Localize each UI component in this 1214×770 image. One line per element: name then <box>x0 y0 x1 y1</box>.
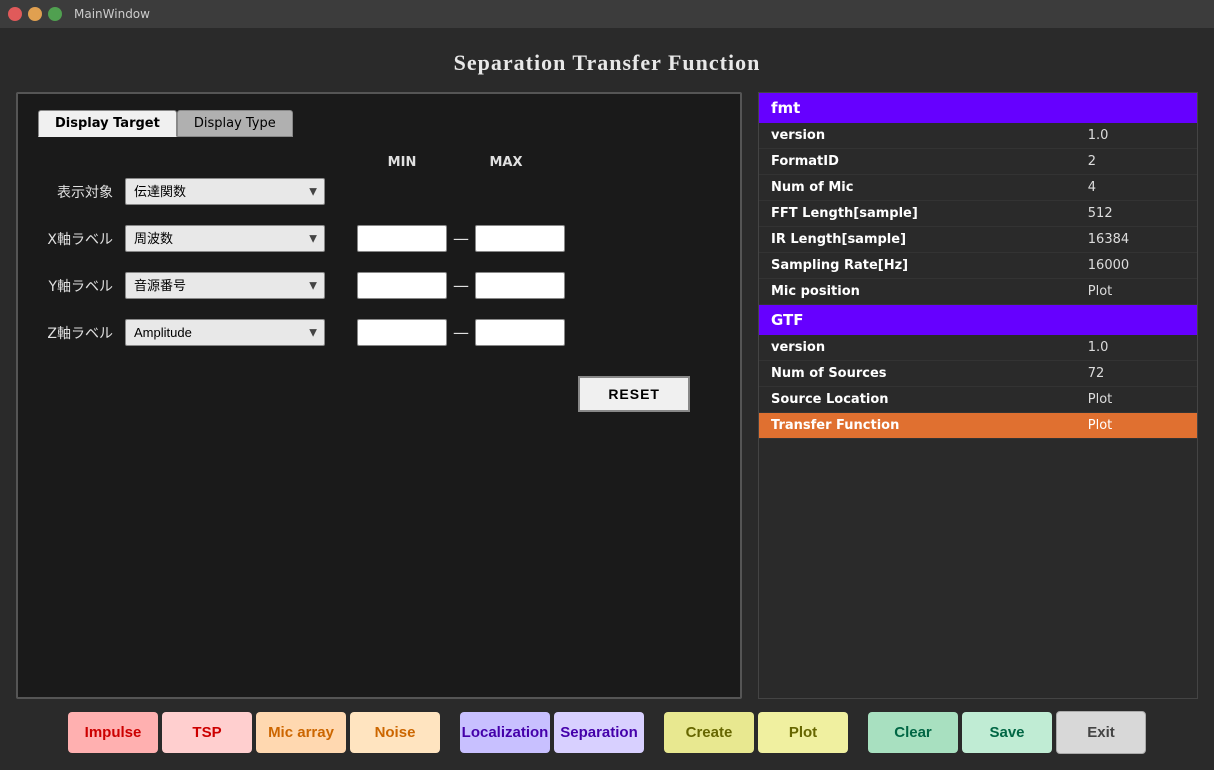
minimize-btn[interactable] <box>28 7 42 21</box>
gtf-numsrc-val: 72 <box>1076 361 1197 387</box>
fmt-formatid-key: FormatID <box>759 149 1076 175</box>
fmt-samplerate-val: 16000 <box>1076 253 1197 279</box>
content-row: Display Target Display Type MIN MAX 表示対象… <box>16 92 1198 699</box>
x-dash: — <box>453 229 469 248</box>
gtf-numsrc-key: Num of Sources <box>759 361 1076 387</box>
y-min-input[interactable] <box>357 272 447 299</box>
gtf-version-val: 1.0 <box>1076 335 1197 361</box>
gtf-transfunc-val: Plot <box>1076 413 1197 439</box>
y-dash: — <box>453 276 469 295</box>
gtf-version-key: version <box>759 335 1076 361</box>
z-select-wrapper: Amplitude Power dB <box>125 319 325 346</box>
save-button[interactable]: Save <box>962 712 1052 753</box>
gtf-header: GTF <box>759 305 1197 336</box>
y-max-input[interactable] <box>475 272 565 299</box>
noise-button[interactable]: Noise <box>350 712 440 753</box>
bottom-toolbar: Impulse TSP Mic array Noise Localization… <box>16 699 1198 760</box>
right-panel: fmt version 1.0 FormatID 2 Num of Mic 4 … <box>758 92 1198 699</box>
fmt-irlen-val: 16384 <box>1076 227 1197 253</box>
fmt-header: fmt <box>759 93 1197 123</box>
reset-row: RESET <box>38 376 720 412</box>
plot-button[interactable]: Plot <box>758 712 848 753</box>
fmt-micpos-key: Mic position <box>759 279 1076 305</box>
z-axis-label: Z軸ラベル <box>38 323 113 343</box>
fmt-fftlen-key: FFT Length[sample] <box>759 201 1076 227</box>
gtf-transfunc-key: Transfer Function <box>759 413 1076 439</box>
main-window: Separation Transfer Function Display Tar… <box>0 28 1214 770</box>
max-header: MAX <box>461 155 551 170</box>
info-table: fmt version 1.0 FormatID 2 Num of Mic 4 … <box>759 93 1197 439</box>
y-axis-row: Y軸ラベル 音源番号 マイク番号 インデックス — <box>38 272 720 299</box>
z-axis-select[interactable]: Amplitude Power dB <box>125 319 325 346</box>
tab-display-target[interactable]: Display Target <box>38 110 177 137</box>
gtf-version-row: version 1.0 <box>759 335 1197 361</box>
gtf-srcloc-val: Plot <box>1076 387 1197 413</box>
fmt-formatid-val: 2 <box>1076 149 1197 175</box>
z-axis-row: Z軸ラベル Amplitude Power dB — <box>38 319 720 346</box>
close-btn[interactable] <box>8 7 22 21</box>
fmt-micpos-val: Plot <box>1076 279 1197 305</box>
x-max-input[interactable] <box>475 225 565 252</box>
separation-button[interactable]: Separation <box>554 712 644 753</box>
x-minmax: — <box>357 225 565 252</box>
gtf-numsrc-row: Num of Sources 72 <box>759 361 1197 387</box>
fmt-fftlen-row: FFT Length[sample] 512 <box>759 201 1197 227</box>
tsp-button[interactable]: TSP <box>162 712 252 753</box>
tab-display-type[interactable]: Display Type <box>177 110 293 137</box>
fmt-version-val: 1.0 <box>1076 123 1197 149</box>
localization-button[interactable]: Localization <box>460 712 550 753</box>
fmt-fftlen-val: 512 <box>1076 201 1197 227</box>
target-row: 表示対象 伝達関数 インパルス応答 周波数特性 <box>38 178 720 205</box>
z-minmax: — <box>357 319 565 346</box>
fmt-nummic-key: Num of Mic <box>759 175 1076 201</box>
tabs: Display Target Display Type <box>38 110 720 137</box>
z-dash: — <box>453 323 469 342</box>
fmt-samplerate-key: Sampling Rate[Hz] <box>759 253 1076 279</box>
create-button[interactable]: Create <box>664 712 754 753</box>
y-minmax: — <box>357 272 565 299</box>
y-select-wrapper: 音源番号 マイク番号 インデックス <box>125 272 325 299</box>
fmt-formatid-row: FormatID 2 <box>759 149 1197 175</box>
y-axis-select[interactable]: 音源番号 マイク番号 インデックス <box>125 272 325 299</box>
clear-button[interactable]: Clear <box>868 712 958 753</box>
fmt-irlen-row: IR Length[sample] 16384 <box>759 227 1197 253</box>
titlebar: MainWindow <box>0 0 1214 28</box>
mic-array-button[interactable]: Mic array <box>256 712 346 753</box>
y-axis-label: Y軸ラベル <box>38 276 113 296</box>
gtf-srcloc-key: Source Location <box>759 387 1076 413</box>
z-max-input[interactable] <box>475 319 565 346</box>
exit-button[interactable]: Exit <box>1056 711 1146 754</box>
fmt-micpos-row: Mic position Plot <box>759 279 1197 305</box>
app-title: Separation Transfer Function <box>16 38 1198 92</box>
fmt-samplerate-row: Sampling Rate[Hz] 16000 <box>759 253 1197 279</box>
impulse-button[interactable]: Impulse <box>68 712 158 753</box>
x-axis-row: X軸ラベル 周波数 時間 インデックス — <box>38 225 720 252</box>
target-label: 表示対象 <box>38 182 113 202</box>
reset-button[interactable]: RESET <box>578 376 690 412</box>
gtf-header-label: GTF <box>759 305 1197 336</box>
fmt-irlen-key: IR Length[sample] <box>759 227 1076 253</box>
fmt-version-row: version 1.0 <box>759 123 1197 149</box>
fmt-header-label: fmt <box>759 93 1197 123</box>
gtf-srcloc-row: Source Location Plot <box>759 387 1197 413</box>
fmt-nummic-row: Num of Mic 4 <box>759 175 1197 201</box>
gtf-transfunc-row[interactable]: Transfer Function Plot <box>759 413 1197 439</box>
z-min-input[interactable] <box>357 319 447 346</box>
window-title: MainWindow <box>74 7 150 21</box>
x-min-input[interactable] <box>357 225 447 252</box>
left-panel: Display Target Display Type MIN MAX 表示対象… <box>16 92 742 699</box>
x-select-wrapper: 周波数 時間 インデックス <box>125 225 325 252</box>
min-header: MIN <box>357 155 447 170</box>
fmt-nummic-val: 4 <box>1076 175 1197 201</box>
x-axis-label: X軸ラベル <box>38 229 113 249</box>
target-select-wrapper: 伝達関数 インパルス応答 周波数特性 <box>125 178 325 205</box>
maximize-btn[interactable] <box>48 7 62 21</box>
fmt-version-key: version <box>759 123 1076 149</box>
target-select[interactable]: 伝達関数 インパルス応答 周波数特性 <box>125 178 325 205</box>
x-axis-select[interactable]: 周波数 時間 インデックス <box>125 225 325 252</box>
